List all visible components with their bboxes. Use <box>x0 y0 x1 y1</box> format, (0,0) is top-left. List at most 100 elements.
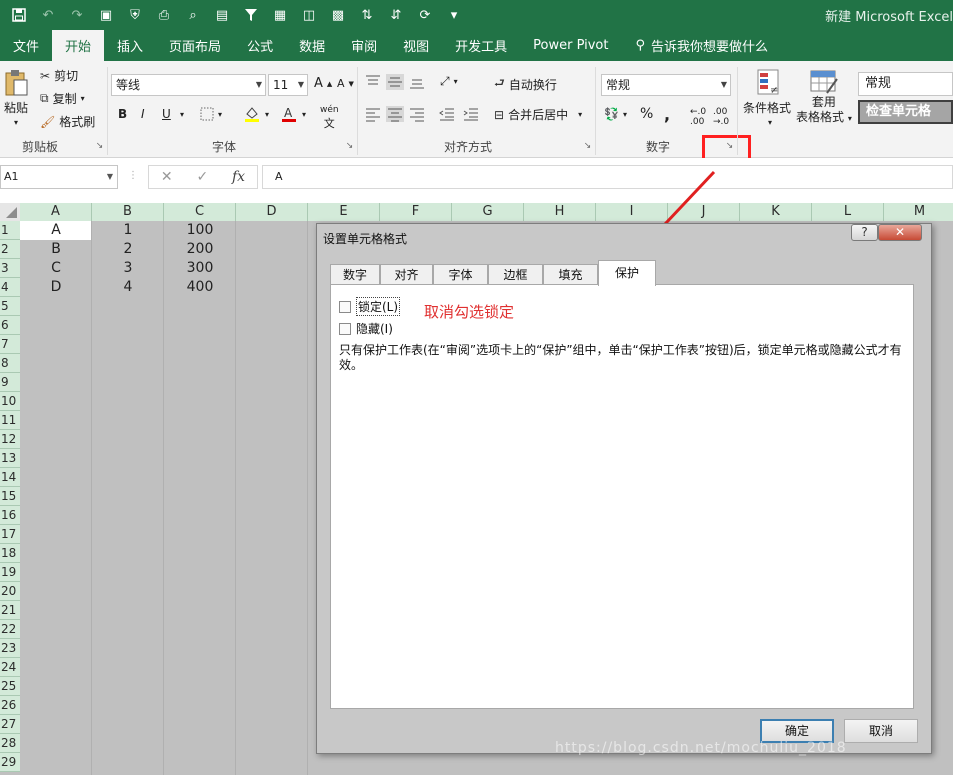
undo-icon[interactable]: ↶ <box>37 4 59 26</box>
resize-handle-icon[interactable]: ⋮ <box>128 170 138 181</box>
protect-sheet-icon[interactable]: ⛨ <box>124 4 146 26</box>
align-left-icon[interactable] <box>364 106 382 122</box>
name-box[interactable]: A1 ▼ <box>0 165 118 189</box>
cell-c4[interactable]: 400 <box>164 278 236 297</box>
confirm-entry-icon[interactable]: ✓ <box>196 169 208 185</box>
row-header[interactable]: 3 <box>0 259 20 278</box>
refresh-icon[interactable]: ⟳ <box>414 4 436 26</box>
row-header[interactable]: 22 <box>0 620 20 639</box>
row-header[interactable]: 4 <box>0 278 20 297</box>
cell-c3[interactable]: 300 <box>164 259 236 278</box>
tab-power-pivot[interactable]: Power Pivot <box>520 30 621 61</box>
tab-border[interactable]: 边框 <box>488 264 543 285</box>
compare-icon[interactable]: ◫ <box>298 4 320 26</box>
align-top-icon[interactable] <box>364 74 382 90</box>
bold-button[interactable]: B <box>118 107 127 121</box>
wrap-text-button[interactable]: ⮐ 自动换行 <box>494 74 557 95</box>
conditional-formatting-button[interactable]: ≠ 条件格式 <box>743 69 791 116</box>
chevron-down-icon[interactable]: ▾ <box>768 118 772 127</box>
row-header[interactable]: 16 <box>0 506 20 525</box>
tab-font[interactable]: 字体 <box>433 264 488 285</box>
sort-desc-icon[interactable]: ⇵ <box>385 4 407 26</box>
find-icon[interactable]: ⌕ <box>182 4 204 26</box>
cell-b4[interactable]: 4 <box>92 278 164 297</box>
close-button[interactable]: ✕ <box>878 224 922 241</box>
format-as-table-button[interactable]: 套用 表格格式 ▾ <box>796 69 852 126</box>
column-header[interactable]: M <box>884 203 953 221</box>
cancel-button[interactable]: 取消 <box>844 719 918 743</box>
grid-icon[interactable]: ▩ <box>327 4 349 26</box>
column-header[interactable]: D <box>236 203 308 221</box>
tab-insert[interactable]: 插入 <box>104 30 156 61</box>
align-middle-icon[interactable] <box>386 74 404 90</box>
tab-developer[interactable]: 开发工具 <box>442 30 520 61</box>
font-color-icon[interactable]: A ▾ <box>280 105 306 123</box>
column-header[interactable]: H <box>524 203 596 221</box>
row-header[interactable]: 2 <box>0 240 20 259</box>
borders-icon[interactable]: ▾ <box>200 107 222 121</box>
redo-icon[interactable]: ↷ <box>66 4 88 26</box>
row-header[interactable]: 14 <box>0 468 20 487</box>
cut-button[interactable]: ✂ 剪切 <box>40 67 78 84</box>
customize-qat-icon[interactable]: ▾ <box>443 4 465 26</box>
chart-icon[interactable]: ▤ <box>211 4 233 26</box>
orientation-icon[interactable]: ⤢ ▾ <box>440 74 458 89</box>
align-right-icon[interactable] <box>408 106 426 122</box>
save-icon[interactable] <box>8 4 30 26</box>
row-header[interactable]: 15 <box>0 487 20 506</box>
row-header[interactable]: 20 <box>0 582 20 601</box>
italic-button[interactable]: I <box>141 107 145 121</box>
style-normal[interactable]: 常规 <box>858 72 953 96</box>
increase-decimal-icon[interactable]: ←.0.00 <box>690 107 706 127</box>
tell-me-box[interactable]: ⚲ 告诉我你想要做什么 <box>622 30 769 61</box>
column-header[interactable]: F <box>380 203 452 221</box>
number-format-dropdown[interactable]: 常规 ▼ <box>601 74 731 96</box>
alignment-launcher-icon[interactable]: ↘ <box>582 141 593 152</box>
cell-b3[interactable]: 3 <box>92 259 164 278</box>
column-header[interactable]: B <box>92 203 164 221</box>
column-header[interactable]: G <box>452 203 524 221</box>
cell-b2[interactable]: 2 <box>92 240 164 259</box>
cell-c1[interactable]: 100 <box>164 221 236 240</box>
row-header[interactable]: 8 <box>0 354 20 373</box>
accounting-format-icon[interactable]: 💱 ▾ <box>604 107 627 121</box>
font-size-dropdown[interactable]: 11 ▼ <box>268 74 308 96</box>
cell-c2[interactable]: 200 <box>164 240 236 259</box>
column-header[interactable]: E <box>308 203 380 221</box>
chevron-down-icon[interactable]: ▾ <box>578 110 582 119</box>
tab-number[interactable]: 数字 <box>330 264 380 285</box>
copy-dropdown-icon[interactable]: ▾ <box>81 94 85 103</box>
font-launcher-icon[interactable]: ↘ <box>344 141 355 152</box>
paste-dropdown-icon[interactable]: ▾ <box>14 118 18 127</box>
decrease-font-icon[interactable]: A ▼ <box>337 77 354 90</box>
row-header[interactable]: 1 <box>0 221 20 240</box>
hidden-checkbox[interactable] <box>339 322 351 335</box>
row-header[interactable]: 24 <box>0 658 20 677</box>
row-header[interactable]: 19 <box>0 563 20 582</box>
cell-a3[interactable]: C <box>20 259 92 278</box>
copy-button[interactable]: ⧉ 复制 ▾ <box>40 90 85 107</box>
underline-button[interactable]: U <box>162 107 171 121</box>
row-header[interactable]: 12 <box>0 430 20 449</box>
print-preview-icon[interactable]: ⎙ <box>153 4 175 26</box>
export-icon[interactable]: ▦ <box>269 4 291 26</box>
tab-file[interactable]: 文件 <box>0 30 52 61</box>
tab-fill[interactable]: 填充 <box>543 264 598 285</box>
increase-font-icon[interactable]: A ▲ <box>314 76 332 91</box>
row-header[interactable]: 7 <box>0 335 20 354</box>
tab-page-layout[interactable]: 页面布局 <box>156 30 234 61</box>
row-header[interactable]: 29 <box>0 753 20 772</box>
row-header[interactable]: 23 <box>0 639 20 658</box>
comma-button[interactable]: , <box>664 105 670 124</box>
column-header[interactable]: L <box>812 203 884 221</box>
merge-center-button[interactable]: ⊟ 合并后居中 ▾ <box>494 106 582 123</box>
row-header[interactable]: 26 <box>0 696 20 715</box>
row-header[interactable]: 25 <box>0 677 20 696</box>
cell-a1[interactable]: A <box>20 221 92 240</box>
decrease-indent-icon[interactable] <box>438 106 456 122</box>
tab-alignment[interactable]: 对齐 <box>380 264 433 285</box>
help-button[interactable]: ? <box>851 224 878 241</box>
row-header[interactable]: 21 <box>0 601 20 620</box>
save-as-icon[interactable]: ▣ <box>95 4 117 26</box>
locked-checkbox-row[interactable]: 锁定(L) <box>339 297 401 316</box>
